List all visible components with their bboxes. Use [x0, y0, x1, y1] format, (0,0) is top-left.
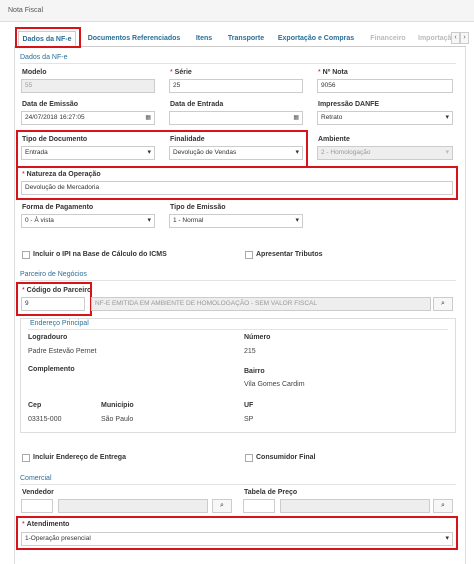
search-vendedor-button[interactable]: ⌕ [212, 499, 232, 513]
label-consumidor-final: Consumidor Final [256, 454, 316, 461]
vendedor-code-field[interactable] [21, 499, 53, 513]
section-title-dados: Dados da NF-e [20, 54, 68, 61]
label-bairro: Bairro [244, 368, 265, 375]
endereco-box [20, 318, 456, 433]
label-modelo-text: Modelo [22, 69, 47, 76]
label-uf: UF [244, 402, 254, 409]
consumidor-final-checkbox[interactable] [245, 454, 253, 462]
label-serie: * Série [170, 69, 192, 76]
label-incluir-endereco-entrega: Incluir Endereço de Entrega [33, 454, 126, 461]
uf-value: SP [244, 416, 254, 423]
numero-field[interactable]: 9056 [317, 79, 453, 93]
label-cep: Cep [28, 402, 42, 409]
label-tabela-preco: Tabela de Preço [244, 489, 298, 496]
label-incluir-ipi: Incluir o IPI na Base de Cálculo do ICMS [33, 251, 167, 258]
search-parceiro-button[interactable]: ⌕ [433, 297, 453, 311]
municipio-value: São Paulo [101, 416, 134, 423]
search-icon: ⌕ [220, 502, 224, 509]
label-tipo-emissao: Tipo de Emissão [170, 204, 226, 211]
highlight-natureza [16, 166, 458, 200]
label-municipio: Município [101, 402, 134, 409]
label-modelo: Modelo [22, 69, 47, 76]
section-title-comercial: Comercial [20, 475, 52, 482]
label-numero-endereco: Número [244, 334, 271, 341]
section-divider [20, 280, 456, 281]
tabela-preco-name-field[interactable] [280, 499, 430, 513]
label-vendedor: Vendedor [22, 489, 54, 496]
label-apresentar-tributos: Apresentar Tributos [256, 251, 323, 258]
label-complemento: Complemento [28, 366, 75, 373]
label-serie-text: Série [174, 69, 192, 76]
window-title-bar: Nota Fiscal [0, 0, 474, 22]
label-logradouro: Logradouro [28, 334, 68, 341]
section-title-parceiro: Parceiro de Negócios [20, 271, 87, 278]
parceiro-nome-field[interactable]: NF-E EMITIDA EM AMBIENTE DE HOMOLOGAÇÃO … [91, 297, 431, 311]
highlight-codigo-parceiro [16, 282, 92, 316]
numero-endereco-value: 215 [244, 348, 256, 355]
incluir-ipi-checkbox[interactable] [22, 251, 30, 259]
section-divider [28, 329, 448, 330]
label-impressao-danfe: Impressão DANFE [318, 101, 380, 108]
label-data-entrada: Data de Entrada [170, 101, 224, 108]
tab-bar: Dados da NF-e Documentos Referenciados I… [14, 28, 469, 47]
tab-scroll-left-button[interactable]: ‹ [451, 32, 460, 44]
bairro-value: Vila Gomes Cardim [244, 381, 305, 388]
tab-financeiro[interactable]: Financeiro [366, 31, 410, 46]
cep-value: 03315-000 [28, 416, 62, 423]
forma-pagamento-select[interactable]: 0 - À vista [21, 214, 155, 228]
highlight-tipo-finalidade [16, 130, 308, 168]
logradouro-value: Padre Estevão Pernet [28, 348, 97, 355]
tab-documentos-referenciados[interactable]: Documentos Referenciados [82, 31, 186, 46]
label-forma-pagamento: Forma de Pagamento [22, 204, 94, 211]
search-tabela-preco-button[interactable]: ⌕ [433, 499, 453, 513]
ambiente-select[interactable]: 2 - Homologação [317, 146, 453, 160]
tipo-emissao-select[interactable]: 1 - Normal [169, 214, 303, 228]
serie-field[interactable]: 25 [169, 79, 303, 93]
data-emissao-value: 24/07/2018 16:27:05 [25, 114, 85, 121]
calendar-icon[interactable]: ▦ [293, 112, 299, 124]
search-icon: ⌕ [441, 502, 445, 509]
tab-importacao[interactable]: Importação [418, 31, 454, 46]
tab-exportacao-compras[interactable]: Exportação e Compras [276, 31, 356, 46]
incluir-endereco-entrega-checkbox[interactable] [22, 454, 30, 462]
apresentar-tributos-checkbox[interactable] [245, 251, 253, 259]
highlight-active-tab [15, 27, 81, 48]
section-divider [20, 63, 456, 64]
tab-transporte[interactable]: Transporte [224, 31, 268, 46]
data-entrada-field[interactable]: ▦ [169, 111, 303, 125]
label-ambiente: Ambiente [318, 136, 350, 143]
label-numero: * Nº Nota [318, 69, 348, 76]
window-title: Nota Fiscal [8, 7, 44, 14]
label-numero-text: Nº Nota [322, 69, 348, 76]
highlight-atendimento [16, 516, 458, 550]
tab-scroll-right-button[interactable]: › [460, 32, 469, 44]
tab-itens[interactable]: Itens [190, 31, 218, 46]
data-emissao-field[interactable]: 24/07/2018 16:27:05 ▦ [21, 111, 155, 125]
calendar-icon[interactable]: ▦ [145, 112, 151, 124]
endereco-title: Endereço Principal [30, 320, 89, 327]
section-divider [20, 484, 456, 485]
impressao-danfe-select[interactable]: Retrato [317, 111, 453, 125]
modelo-field[interactable]: 55 [21, 79, 155, 93]
search-icon: ⌕ [441, 300, 445, 307]
label-data-emissao: Data de Emissão [22, 101, 79, 108]
vendedor-name-field[interactable] [58, 499, 208, 513]
tabela-preco-code-field[interactable] [243, 499, 275, 513]
